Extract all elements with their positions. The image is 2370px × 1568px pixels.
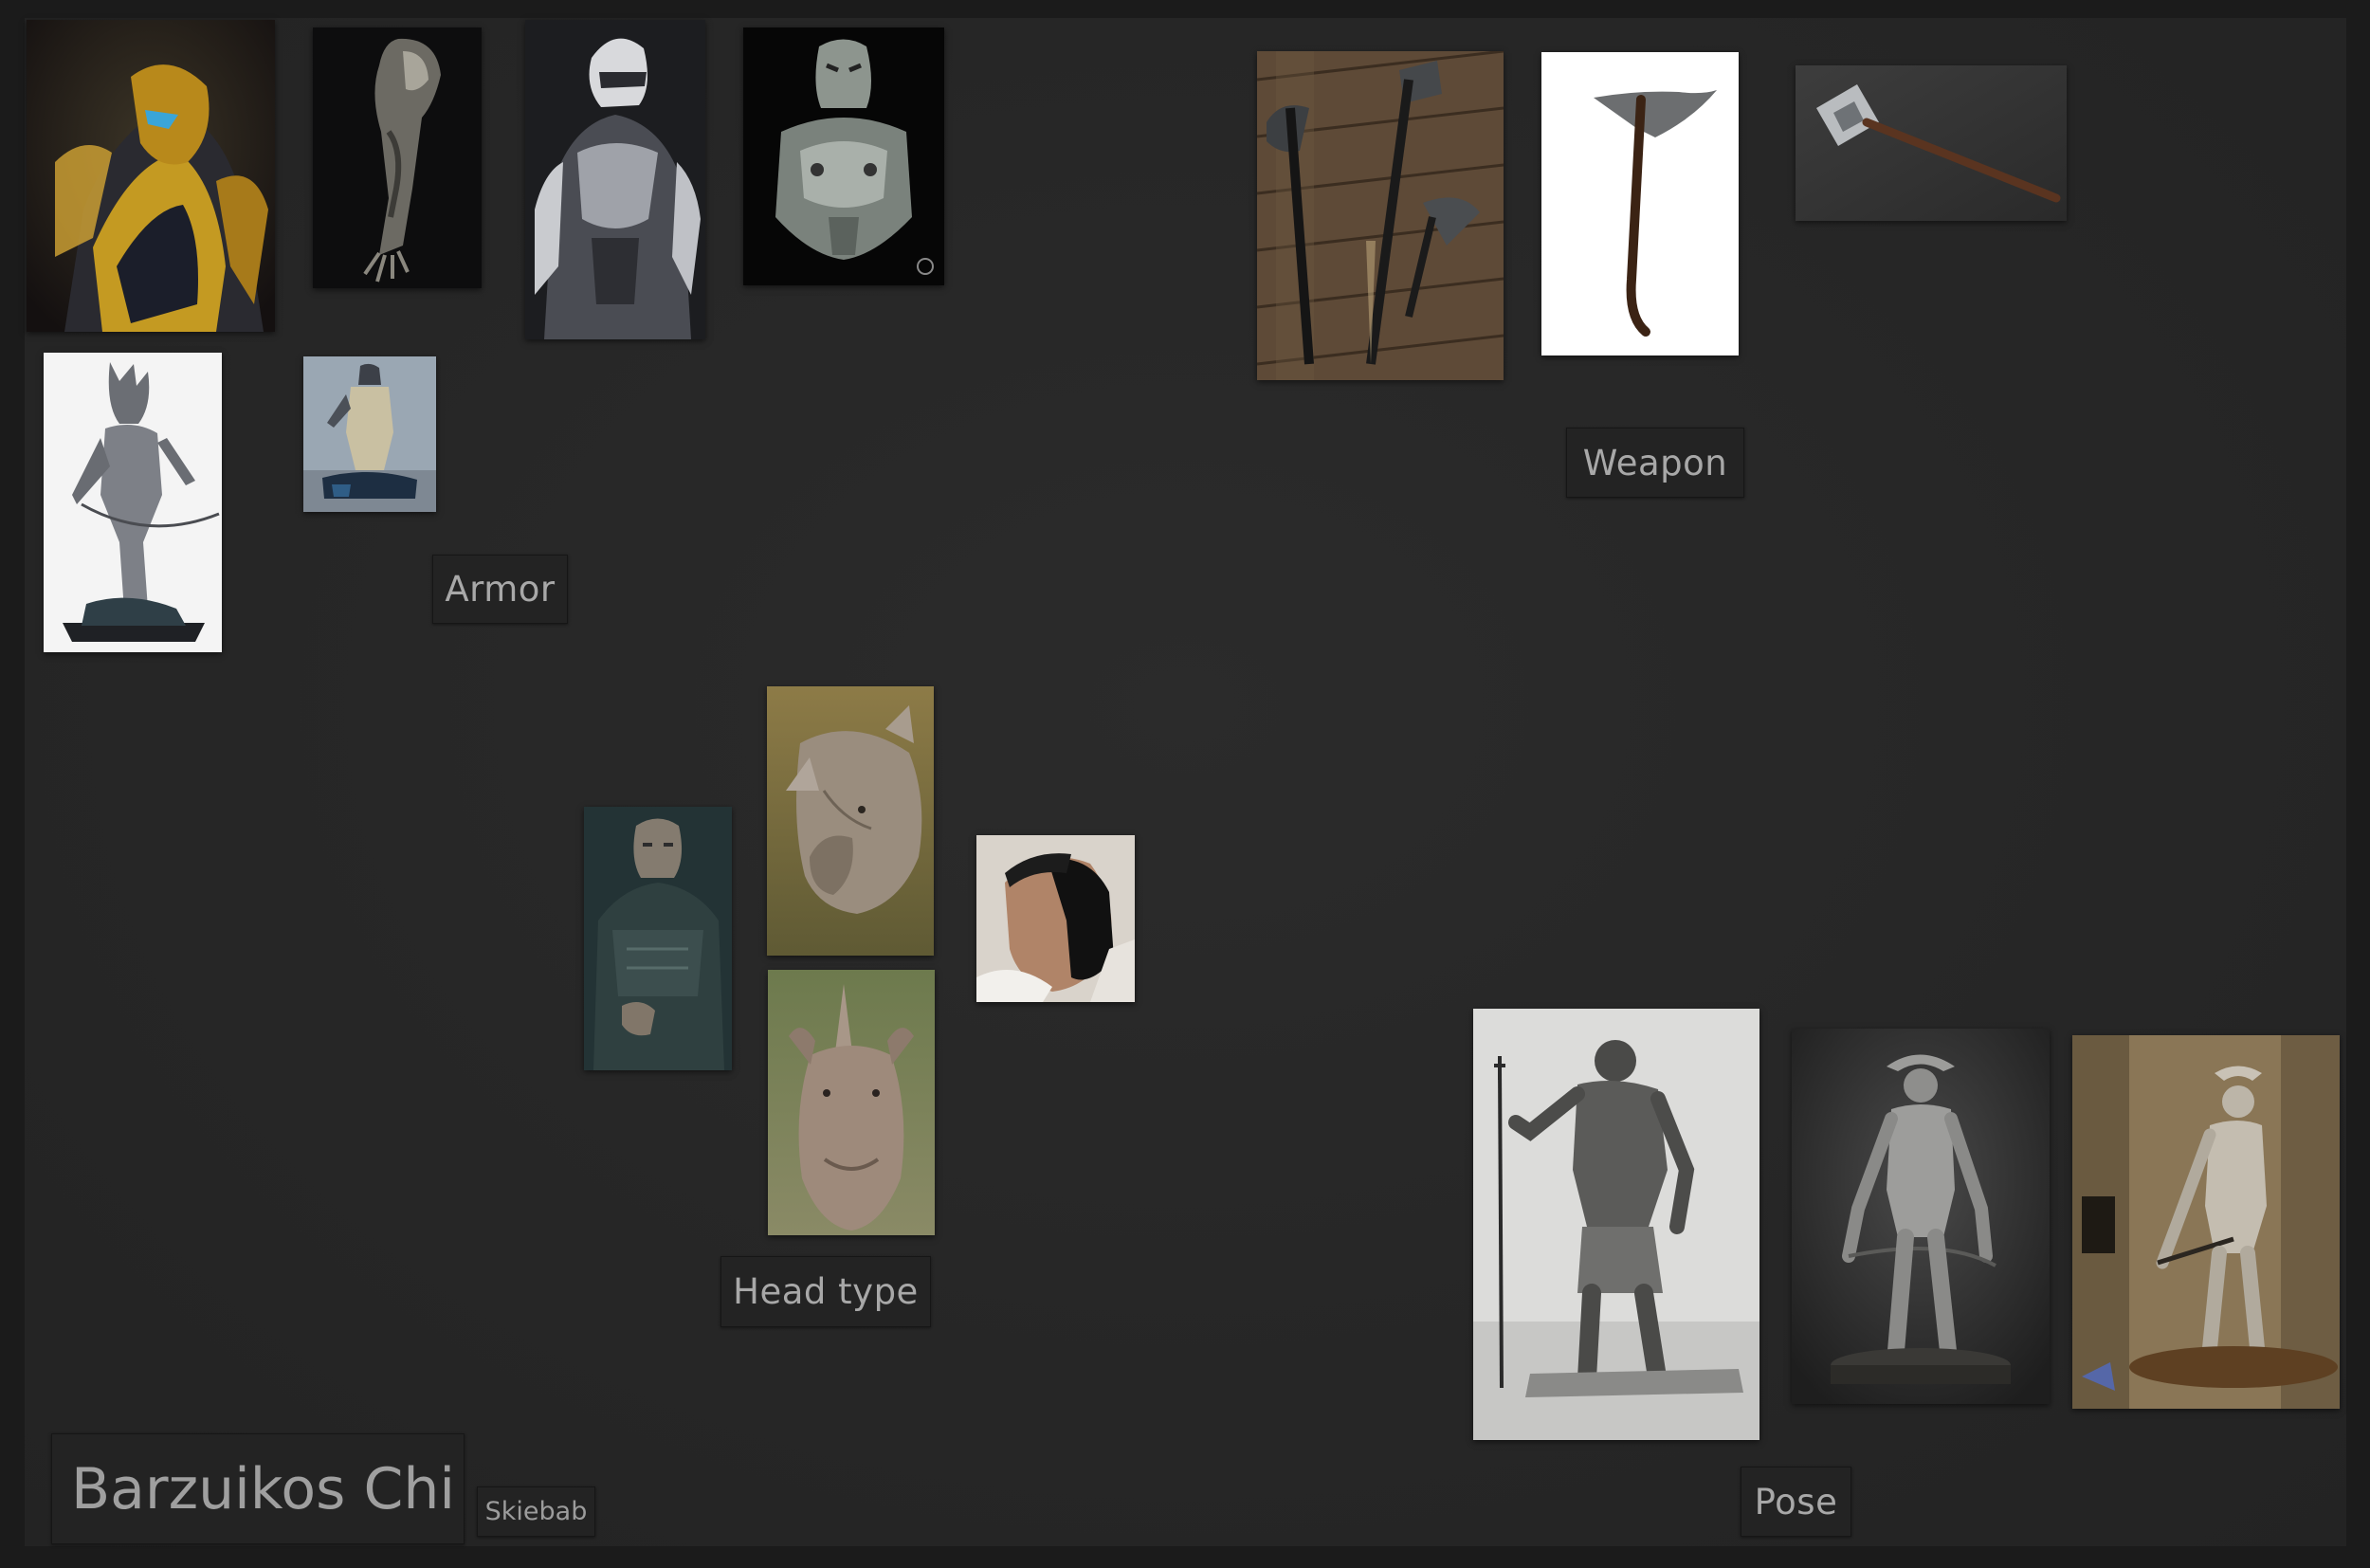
- group-label-weapon[interactable]: Weapon: [1566, 428, 1744, 498]
- board-author-tag[interactable]: Skiebab: [477, 1486, 595, 1537]
- weapon-image-axes-on-wood[interactable]: [1257, 51, 1504, 380]
- armor-image-warframe-statue[interactable]: [44, 353, 222, 652]
- figure-statue-thumbnail: [303, 356, 436, 512]
- masked-man-thumbnail: [976, 835, 1135, 1002]
- white-suit-thumbnail: [525, 20, 705, 339]
- moodboard-canvas[interactable]: Armor Weapon Head type Pose Barzuikos Ch…: [25, 18, 2346, 1546]
- pose-image-bronze-statue[interactable]: [2072, 1035, 2340, 1409]
- head-image-armored-soldier[interactable]: [584, 807, 732, 1070]
- rhino-front-thumbnail: [768, 970, 935, 1235]
- armor-image-figure-statue[interactable]: [303, 356, 436, 512]
- bio-arm-thumbnail: [313, 27, 482, 288]
- group-label-armor-text: Armor: [445, 569, 556, 610]
- group-label-pose-text: Pose: [1754, 1481, 1838, 1522]
- armor-image-robot-bust[interactable]: [743, 27, 944, 285]
- group-label-weapon-text: Weapon: [1582, 442, 1728, 483]
- armor-image-white-suit[interactable]: [525, 20, 705, 339]
- gold-armor-thumbnail: [27, 20, 275, 332]
- armor-image-bio-arm[interactable]: [313, 27, 482, 288]
- axes-on-wood-thumbnail: [1257, 51, 1504, 380]
- head-image-rhino-front[interactable]: [768, 970, 935, 1235]
- warrior-sketch-thumbnail: [1473, 1009, 1759, 1440]
- pose-image-horned-statue[interactable]: [1792, 1029, 2050, 1404]
- weapon-image-bearded-axe[interactable]: [1541, 52, 1739, 356]
- group-label-head-type[interactable]: Head type: [720, 1256, 931, 1327]
- rhino-side-thumbnail: [767, 686, 934, 956]
- armored-soldier-thumbnail: [584, 807, 732, 1070]
- group-label-pose[interactable]: Pose: [1741, 1467, 1851, 1537]
- war-hammer-thumbnail: [1796, 65, 2067, 221]
- group-label-armor[interactable]: Armor: [432, 555, 568, 624]
- app-window: Armor Weapon Head type Pose Barzuikos Ch…: [0, 0, 2370, 1568]
- board-title-text: Barzuikos Chi: [71, 1455, 456, 1522]
- board-author-text: Skiebab: [484, 1497, 588, 1526]
- horned-statue-thumbnail: [1792, 1029, 2050, 1404]
- pose-image-warrior-sketch[interactable]: [1473, 1009, 1759, 1440]
- warframe-statue-thumbnail: [44, 353, 222, 652]
- armor-image-gold-armor[interactable]: [27, 20, 275, 332]
- bronze-statue-thumbnail: [2072, 1035, 2340, 1409]
- robot-bust-thumbnail: [743, 27, 944, 285]
- head-image-rhino-side[interactable]: [767, 686, 934, 956]
- weapon-image-hammer[interactable]: [1796, 65, 2067, 221]
- bearded-axe-thumbnail: [1541, 52, 1739, 356]
- group-label-head-type-text: Head type: [733, 1271, 919, 1312]
- head-image-masked-man[interactable]: [976, 835, 1135, 1002]
- board-title[interactable]: Barzuikos Chi: [51, 1433, 465, 1544]
